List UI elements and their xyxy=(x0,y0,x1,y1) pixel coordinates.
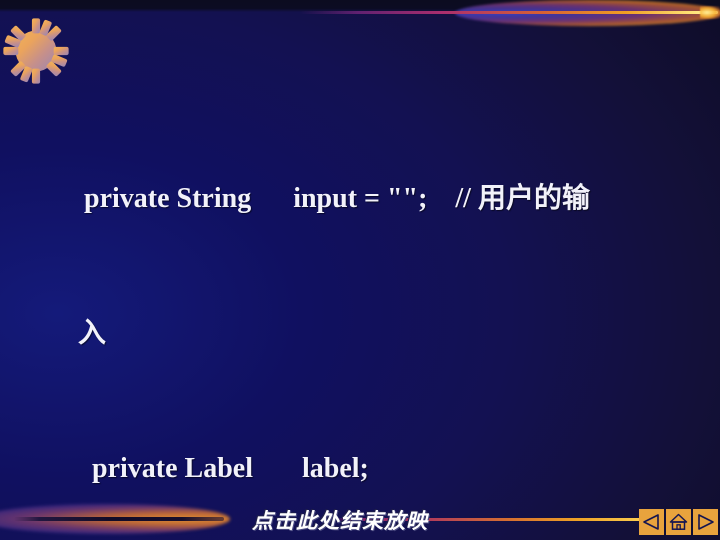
gear-sun-icon xyxy=(3,18,69,84)
home-house-icon xyxy=(669,513,688,530)
forward-triangle-icon xyxy=(698,514,714,530)
top-comet-core-icon xyxy=(300,11,718,14)
nav-home-button[interactable] xyxy=(666,509,691,535)
code-text-block: private String input = ""; // 用户的输 入 pri… xyxy=(0,86,720,540)
presentation-slide: private String input = ""; // 用户的输 入 pri… xyxy=(0,0,720,540)
slide-navigation-bar xyxy=(639,509,718,535)
top-comet-tip-icon xyxy=(700,6,720,19)
code-line-2: private Label label; xyxy=(92,453,369,484)
back-triangle-icon xyxy=(643,514,659,530)
nav-forward-button[interactable] xyxy=(693,509,718,535)
end-show-link[interactable]: 点击此处结束放映 xyxy=(252,505,428,535)
bottom-comet-core-icon xyxy=(14,517,224,521)
code-line-1: private String input = ""; // 用户的输 xyxy=(84,183,590,214)
code-line-1-wrap: 入 xyxy=(78,318,107,349)
nav-back-button[interactable] xyxy=(639,509,664,535)
